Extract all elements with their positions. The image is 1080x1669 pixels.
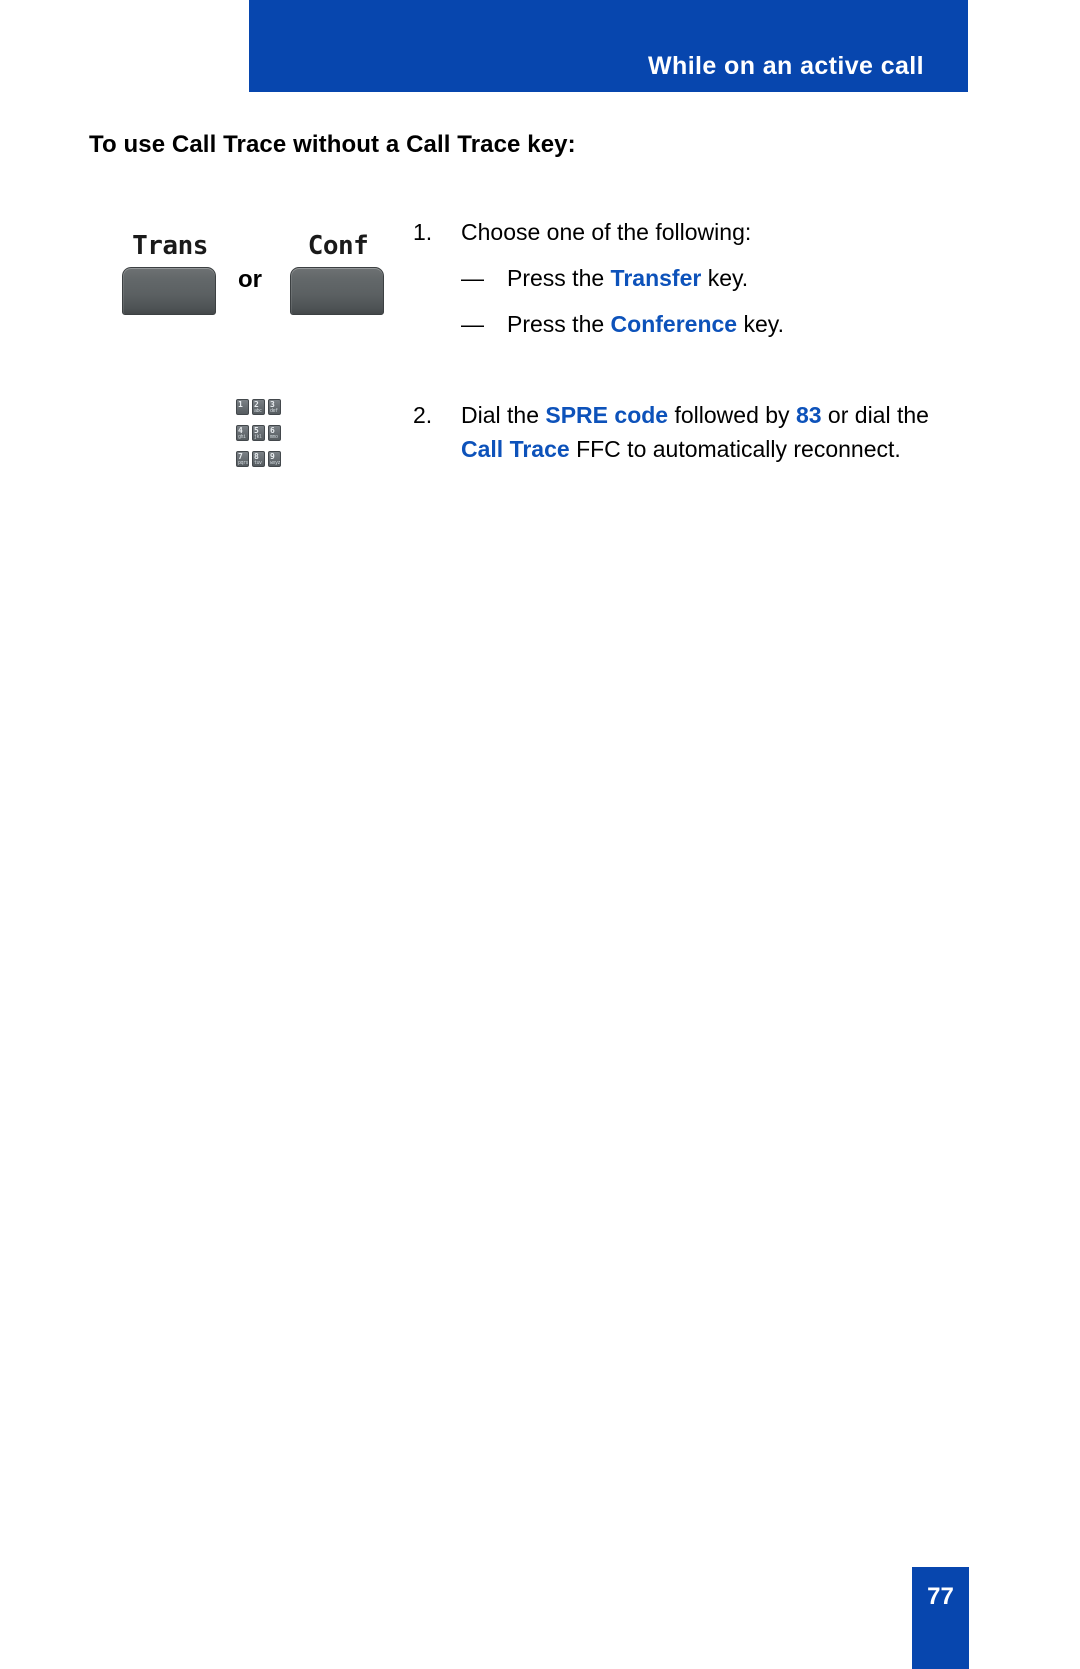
- keypad-key: 7 pqrs: [236, 451, 249, 467]
- conference-key-illustration: Conf: [290, 228, 386, 315]
- sub-item-conference-emphasis: Conference: [610, 311, 738, 337]
- sub-item-dash: —: [461, 311, 484, 337]
- sub-item-transfer-emphasis: Transfer: [610, 265, 702, 291]
- step-1-sub-list: — Press the Transfer key. — Press the Co…: [413, 261, 943, 341]
- or-separator-label: or: [238, 266, 262, 293]
- conference-key-cap: [290, 267, 384, 315]
- step-1-text: Choose one of the following:: [461, 219, 752, 245]
- key-illustration: Trans or Conf: [110, 228, 400, 343]
- keypad-grid: 1 2 abc 3 def 4 ghi 5 jkl 6 mno 7 pqrs 8: [236, 399, 282, 471]
- sub-item-conference-prefix: Press the: [507, 311, 611, 337]
- keypad-key: 8 tuv: [252, 451, 265, 467]
- sub-item-transfer-suffix: key.: [701, 265, 749, 291]
- keypad-key: 6 mno: [268, 425, 281, 441]
- keypad-key-letters: def: [270, 408, 278, 414]
- keypad-key: 4 ghi: [236, 425, 249, 441]
- sub-item-conference-suffix: key.: [737, 311, 784, 337]
- sub-item-conference-text: Press the Conference key.: [507, 307, 943, 341]
- keypad-key-letters: pqrs: [238, 460, 249, 466]
- keypad-key-letters: mno: [270, 434, 278, 440]
- transfer-key-label: Trans: [132, 231, 208, 261]
- step-2-emphasis-spre-code: SPRE code: [545, 402, 669, 428]
- step-2-number: 2.: [413, 402, 433, 428]
- keypad-key-letters: tuv: [254, 460, 262, 466]
- header-title: While on an active call: [648, 52, 924, 80]
- sub-item-transfer-text: Press the Transfer key.: [507, 261, 943, 295]
- transfer-key-illustration: Trans: [122, 228, 218, 315]
- keypad-key: 1: [236, 399, 249, 415]
- keypad-key-digit: 1: [238, 400, 243, 409]
- keypad-key-letters: abc: [254, 408, 262, 414]
- keypad-key: 9 wxyz: [268, 451, 281, 467]
- step-2-part2: followed by: [668, 402, 796, 428]
- instruction-steps: 1. Choose one of the following: — Press …: [413, 215, 943, 466]
- page-number: 77: [927, 1583, 954, 1610]
- keypad-key-letters: jkl: [254, 434, 262, 440]
- sub-item-conference: — Press the Conference key.: [461, 307, 943, 341]
- conference-key-label: Conf: [307, 231, 369, 261]
- footer-page-block: 77: [912, 1567, 969, 1669]
- section-heading: To use Call Trace without a Call Trace k…: [89, 131, 576, 158]
- sub-item-transfer-prefix: Press the: [507, 265, 611, 291]
- keypad-key: 3 def: [268, 399, 281, 415]
- keypad-key: 2 abc: [252, 399, 265, 415]
- step-1: 1. Choose one of the following: — Press …: [413, 215, 943, 341]
- sub-item-transfer: — Press the Transfer key.: [461, 261, 943, 295]
- keypad-key: 5 jkl: [252, 425, 265, 441]
- keypad-key-letters: ghi: [238, 434, 246, 440]
- header-banner: While on an active call: [249, 0, 968, 92]
- step-2-text: Dial the SPRE code followed by 83 or dia…: [461, 398, 941, 466]
- dialpad-icon: 1 2 abc 3 def 4 ghi 5 jkl 6 mno 7 pqrs 8: [236, 399, 282, 473]
- step-2-part1: Dial the: [461, 402, 546, 428]
- sub-item-dash: —: [461, 265, 484, 291]
- step-2-part3: or dial the: [821, 402, 929, 428]
- step-1-number: 1.: [413, 219, 433, 245]
- step-2-part4: FFC to automatically reconnect.: [569, 436, 901, 462]
- step-2-emphasis-call-trace: Call Trace: [461, 436, 570, 462]
- transfer-key-cap: [122, 267, 216, 315]
- step-2-emphasis-83: 83: [795, 402, 822, 428]
- keypad-key-letters: wxyz: [270, 460, 281, 466]
- step-2: 2. Dial the SPRE code followed by 83 or …: [413, 398, 943, 466]
